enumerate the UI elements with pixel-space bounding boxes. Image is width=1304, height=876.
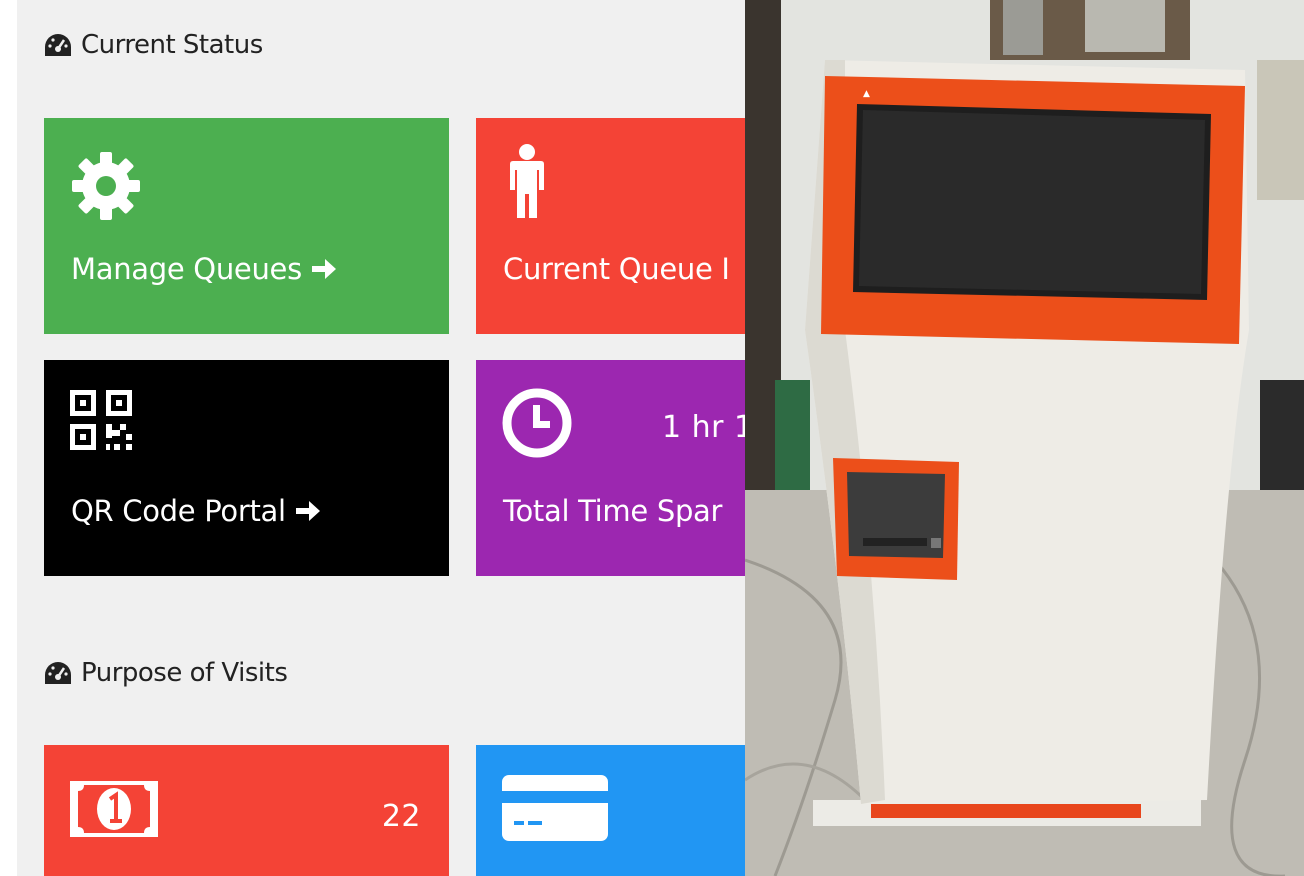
- total-time-value: 1 hr 1: [662, 410, 745, 445]
- gear-icon: [72, 152, 140, 220]
- manage-queues-tile[interactable]: Manage Queues: [44, 118, 449, 334]
- svg-text:▲: ▲: [863, 89, 870, 99]
- manage-queues-text: Manage Queues: [71, 252, 302, 286]
- clock-icon: [502, 388, 572, 458]
- money-icon: [70, 781, 158, 837]
- dashboard-gauge-icon: [45, 34, 71, 56]
- qr-code-icon: [70, 390, 132, 450]
- manage-queues-label[interactable]: Manage Queues: [71, 252, 338, 286]
- current-status-heading: Current Status: [43, 30, 263, 60]
- arrow-right-icon: [295, 501, 320, 521]
- credit-card-icon: [502, 775, 608, 841]
- current-status-title: Current Status: [81, 30, 263, 60]
- purpose-of-visits-title: Purpose of Visits: [81, 658, 288, 688]
- qr-code-portal-tile[interactable]: QR Code Portal: [44, 360, 449, 576]
- current-queue-tile[interactable]: Current Queue I: [476, 118, 745, 334]
- kiosk-illustration: ▲: [745, 0, 1304, 876]
- purpose-money-tile: 22: [44, 745, 449, 876]
- total-time-tile: 1 hr 1 Total Time Spar: [476, 360, 745, 576]
- purpose-card-tile: [476, 745, 745, 876]
- dashboard-panel: Current Status Manage Queues Current Que…: [17, 0, 745, 876]
- qr-code-portal-text: QR Code Portal: [71, 494, 286, 528]
- purpose-of-visits-heading: Purpose of Visits: [43, 658, 288, 688]
- kiosk-photo: ▲: [745, 0, 1304, 876]
- person-icon: [510, 144, 544, 218]
- current-queue-label: Current Queue I: [503, 252, 730, 286]
- total-time-label: Total Time Spar: [503, 494, 722, 528]
- dashboard-gauge-icon: [45, 662, 71, 684]
- current-queue-text: Current Queue I: [503, 252, 730, 286]
- total-time-text: Total Time Spar: [503, 494, 723, 528]
- qr-code-portal-label[interactable]: QR Code Portal: [71, 494, 322, 528]
- arrow-right-icon: [311, 259, 336, 279]
- purpose-money-value: 22: [381, 799, 421, 834]
